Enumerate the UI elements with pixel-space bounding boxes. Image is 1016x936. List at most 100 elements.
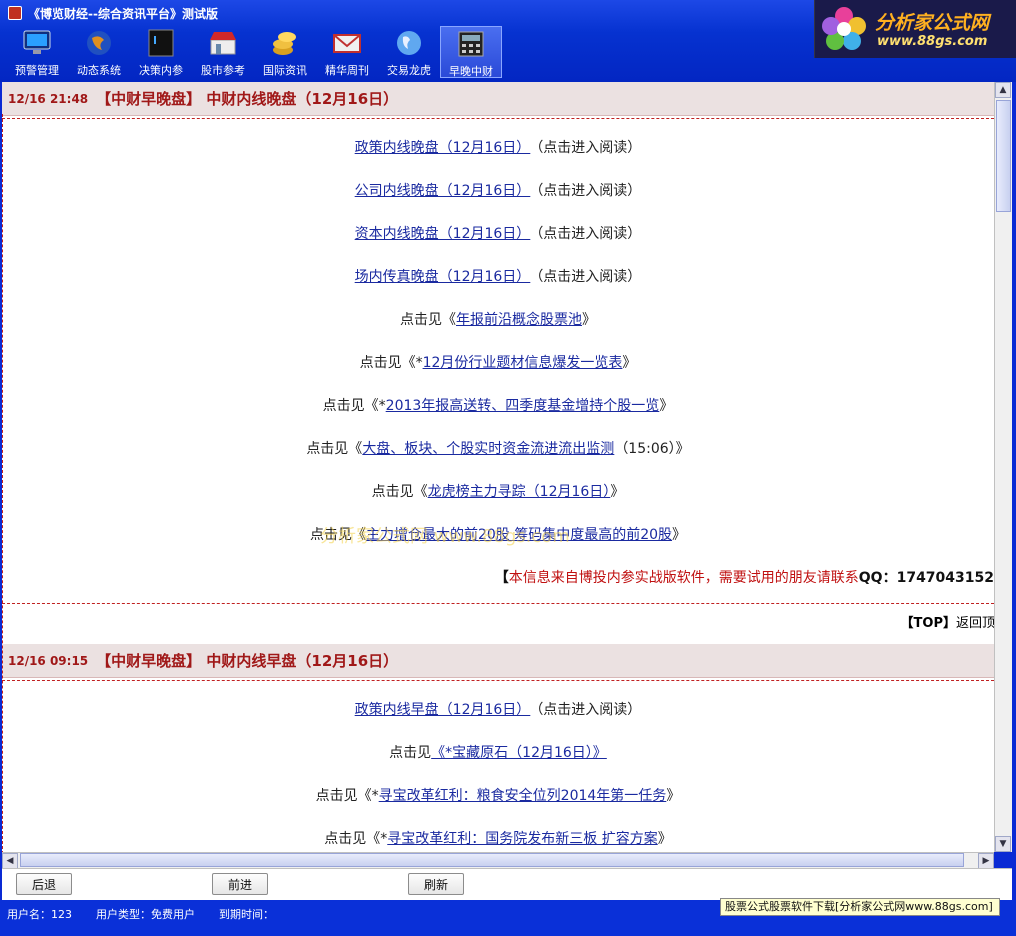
row-suffix: （点击进入阅读） [536, 702, 642, 718]
app-icon [8, 6, 22, 20]
row-suffix: （点击进入阅读） [536, 140, 642, 156]
navigation-bar: 后退 前进 刷新 [2, 868, 1012, 900]
left-dashed-border [2, 114, 3, 852]
forward-button[interactable]: 前进 [212, 873, 268, 895]
scroll-left-icon[interactable]: ◀ [2, 853, 18, 869]
scroll-thumb-vertical[interactable] [996, 100, 1011, 212]
row-prefix: 点击见《 [306, 441, 363, 457]
back-to-top-link[interactable]: 【TOP】返回顶部 [2, 604, 994, 644]
earth-icon [394, 28, 424, 58]
article-row: 政策内线晚盘（12月16日） （点击进入阅读） [2, 127, 994, 170]
row-suffix: （点击进入阅读） [536, 269, 642, 285]
logo-url: www.88gs.com [877, 34, 988, 49]
toolbar-item-label: 决策内参 [139, 64, 183, 77]
row-suffix: 》 [657, 831, 672, 847]
toolbar-item-label: 预警管理 [15, 64, 59, 77]
article-link[interactable]: 场内传真晚盘（12月16日） [355, 269, 531, 285]
article-row: 政策内线早盘（12月16日） （点击进入阅读） [2, 689, 994, 732]
toolbar-item-label: 动态系统 [77, 64, 121, 77]
article-link[interactable]: 龙虎榜主力寻踪（12月16日） [428, 484, 611, 500]
toolbar-item-4[interactable]: 股市参考 [192, 26, 254, 78]
status-expire: 到期时间： [219, 908, 274, 921]
horizontal-scrollbar[interactable]: ◀ ▶ [2, 852, 994, 869]
article-link[interactable]: 政策内线早盘（12月16日） [355, 702, 531, 718]
top-toolbar-area: 《博览财经--综合资讯平台》测试版 预警管理 动态系统 决策内参 股市参考 国际资讯 精华… [0, 0, 1016, 82]
section-header: 12/16 09:15 【中财早晚盘】 中财内线早盘（12月16日） [2, 644, 994, 678]
top-text: 返回顶部 [955, 616, 994, 631]
article-row: 点击见《*2013年报高送转、四季度基金增持个股一览》 [2, 385, 994, 428]
article-link[interactable]: 大盘、板块、个股实时资金流进流出监测 [362, 441, 614, 457]
row-prefix: 点击见《 [400, 312, 456, 328]
logo-name: 分析家公式网 [875, 12, 990, 34]
article-row: 场内传真晚盘（12月16日） （点击进入阅读） [2, 256, 994, 299]
ad-link[interactable]: 股票公式股票软件下载[分析家公式网www.88gs.com] [720, 898, 1000, 916]
note-qq: QQ：1747043152】 [858, 570, 994, 586]
section-time: 12/16 09:15 [8, 653, 89, 668]
toolbar-item-6[interactable]: 精华周刊 [316, 26, 378, 78]
row-suffix: 》 [672, 527, 687, 543]
section-header: 12/16 21:48 【中财早晚盘】 中财内线晚盘（12月16日） [2, 82, 994, 116]
row-prefix: 点击见《* [315, 788, 379, 804]
row-prefix: 点击见《* [359, 355, 423, 371]
vertical-scrollbar[interactable]: ▲ ▼ [994, 82, 1012, 852]
scroll-up-icon[interactable]: ▲ [995, 82, 1011, 98]
article-row: 点击见《*宝藏原石（12月16日）》 [2, 732, 994, 775]
flower-logo-icon [822, 7, 866, 50]
article-link[interactable]: 资本内线晚盘（12月16日） [355, 226, 531, 242]
article-row: 公司内线晚盘（12月16日） （点击进入阅读） [2, 170, 994, 213]
toolbar-item-label: 早晚中财 [449, 65, 493, 78]
article-row: 点击见《年报前沿概念股票池》 [2, 299, 994, 342]
toolbar-item-8[interactable]: 早晚中财 [440, 26, 502, 78]
refresh-button[interactable]: 刷新 [408, 873, 464, 895]
status-bar: 用户名：123 用户类型：免费用户 到期时间： 股票公式股票软件下载[分析家公式… [0, 898, 1016, 936]
brand-logo: 分析家公式网 www.88gs.com [814, 0, 1016, 58]
scroll-down-icon[interactable]: ▼ [995, 836, 1011, 852]
article-link[interactable]: 政策内线晚盘（12月16日） [355, 140, 531, 156]
toolbar-item-7[interactable]: 交易龙虎 [378, 26, 440, 78]
section-title: 【中财早晚盘】 中财内线早盘（12月16日） [96, 652, 399, 670]
toolbar-item-3[interactable]: 决策内参 [130, 26, 192, 78]
terminal-icon [146, 28, 176, 58]
note-text: 本信息来自博投内参实战版软件，需要试用的朋友请联系 [508, 570, 859, 586]
toolbar-item-2[interactable]: 动态系统 [68, 26, 130, 78]
top-label: 【TOP】 [900, 616, 956, 631]
article-link[interactable]: 寻宝改革红利：国务院发布新三板 扩容方案 [387, 831, 657, 847]
article-row: 点击见《*寻宝改革红利：粮食安全位列2014年第一任务》 [2, 775, 994, 818]
row-prefix: 点击见《* [322, 398, 386, 414]
article-link[interactable]: 年报前沿概念股票池 [456, 312, 582, 328]
title-row: 《博览财经--综合资讯平台》测试版 [8, 4, 218, 22]
row-suffix: 》 [659, 398, 674, 414]
section-time: 12/16 21:48 [8, 91, 89, 106]
article-link[interactable]: 主力增仓最大的前20股 筹码集中度最高的前20股 [366, 527, 672, 543]
article-row: 资本内线晚盘（12月16日） （点击进入阅读） [2, 213, 994, 256]
article-row: 点击见《主力增仓最大的前20股 筹码集中度最高的前20股》 [2, 514, 994, 557]
article-link[interactable]: 2013年报高送转、四季度基金增持个股一览 [386, 398, 660, 414]
article-link[interactable]: 《*宝藏原石（12月16日）》 [431, 745, 607, 761]
row-suffix: （15:06）》 [614, 441, 690, 457]
toolbar-item-label: 股市参考 [201, 64, 245, 77]
row-suffix: 》 [610, 484, 625, 500]
toolbar-item-1[interactable]: 预警管理 [6, 26, 68, 78]
article-link[interactable]: 公司内线晚盘（12月16日） [355, 183, 531, 199]
row-prefix: 点击见《 [309, 527, 366, 543]
back-button[interactable]: 后退 [16, 873, 72, 895]
article-row: 点击见《*12月份行业题材信息爆发一览表》 [2, 342, 994, 385]
article-row: 点击见《龙虎榜主力寻踪（12月16日）》 [2, 471, 994, 514]
scroll-thumb-horizontal[interactable] [20, 853, 964, 867]
mail-icon [332, 28, 362, 58]
article-content[interactable]: 12/16 21:48 【中财早晚盘】 中财内线晚盘（12月16日） 政策内线晚盘（… [2, 82, 994, 852]
scroll-right-icon[interactable]: ▶ [978, 853, 994, 869]
calculator-icon [456, 29, 486, 59]
monitor-icon [22, 28, 52, 58]
app-window: 《博览财经--综合资讯平台》测试版 预警管理 动态系统 决策内参 股市参考 国际资讯 精华… [0, 0, 1016, 936]
article-row: 点击见《*寻宝改革红利：国务院发布新三板 扩容方案》 [2, 818, 994, 852]
toolbar-item-5[interactable]: 国际资讯 [254, 26, 316, 78]
coins-icon [270, 28, 300, 58]
globe-icon [84, 28, 114, 58]
note-open: 【 [494, 570, 509, 586]
status-user: 用户名：123 [7, 908, 72, 921]
status-user-type: 用户类型：免费用户 [96, 908, 195, 921]
article-link[interactable]: 寻宝改革红利：粮食安全位列2014年第一任务 [379, 788, 667, 804]
article-link[interactable]: 12月份行业题材信息爆发一览表 [423, 355, 623, 371]
window-title: 《博览财经--综合资讯平台》测试版 [28, 6, 218, 21]
